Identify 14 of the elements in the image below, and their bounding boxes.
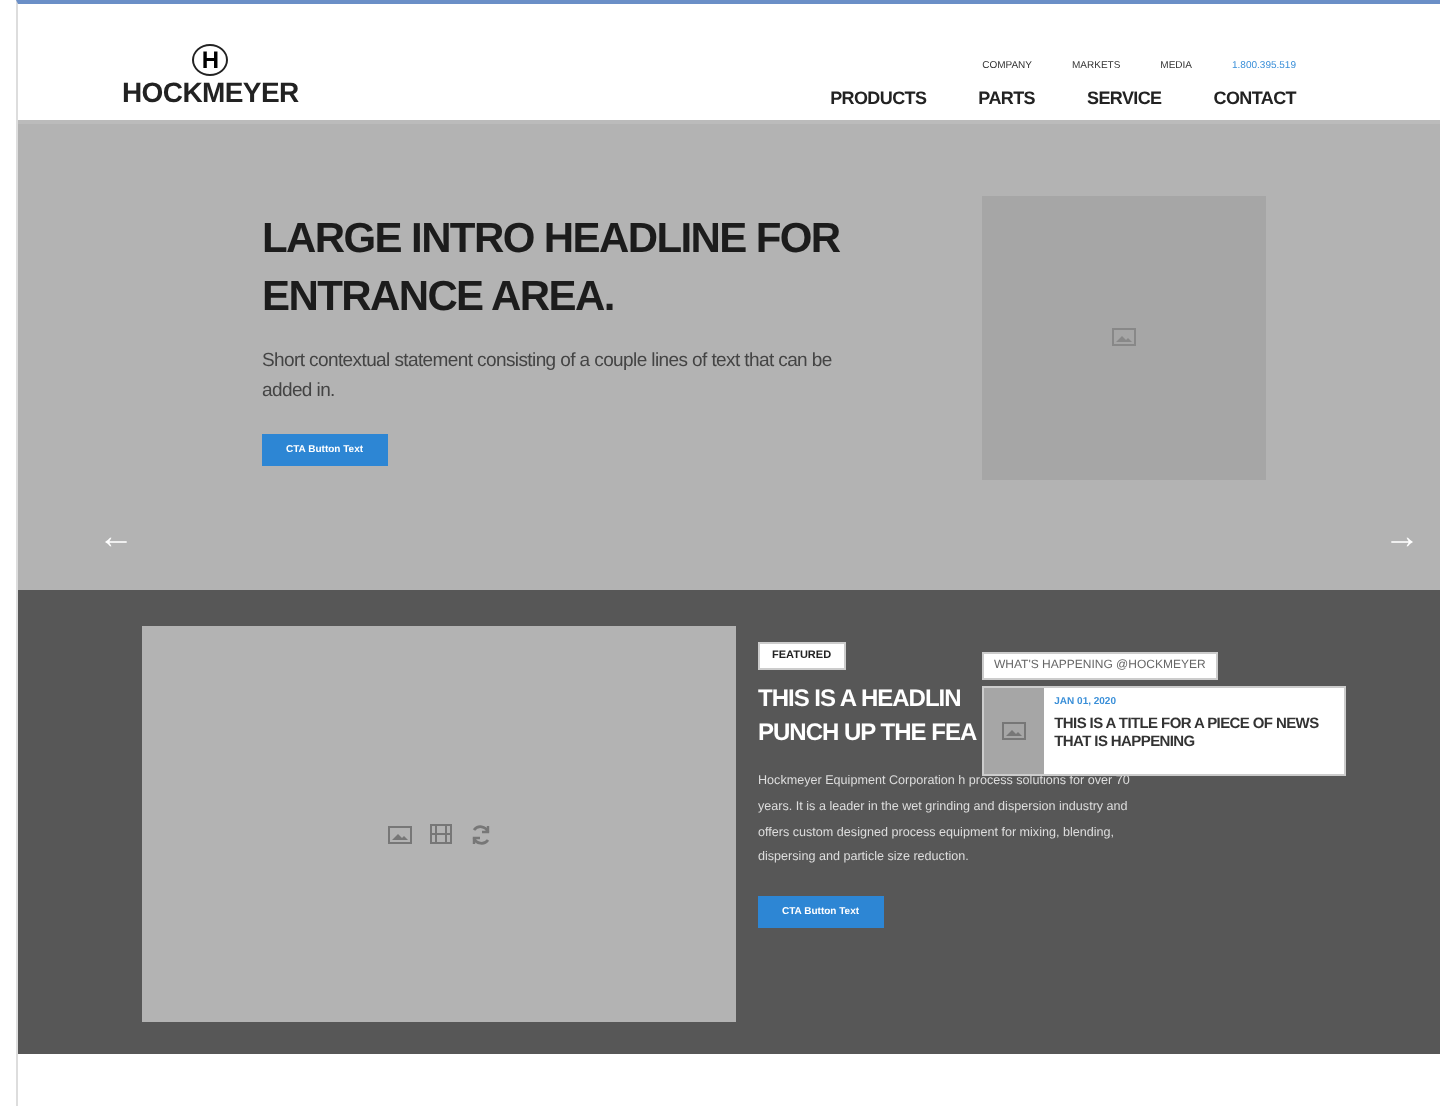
logo-mark: H bbox=[192, 44, 229, 76]
image-icon bbox=[1112, 328, 1136, 346]
featured-headline: THIS IS A HEADLIN PUNCH UP THE FEA bbox=[758, 682, 977, 750]
hero-text: Short contextual statement consisting of a couple lines of text that can be added in. bbox=[262, 347, 834, 405]
nav-link[interactable]: SERVICE bbox=[1087, 88, 1162, 108]
logo-text[interactable]: HOCKMEYER bbox=[122, 76, 299, 108]
nav-link[interactable]: CONTACT bbox=[1213, 88, 1296, 108]
nav-link[interactable]: PRODUCTS bbox=[830, 88, 927, 108]
refresh-icon bbox=[469, 823, 491, 845]
image-icon bbox=[1002, 722, 1027, 740]
nav-link[interactable]: PARTS bbox=[978, 88, 1036, 108]
hero-headline: LARGE INTRO HEADLINE FOR ENTRANCE AREA. bbox=[262, 213, 842, 323]
image-icon bbox=[387, 825, 411, 843]
film-icon bbox=[429, 824, 451, 844]
